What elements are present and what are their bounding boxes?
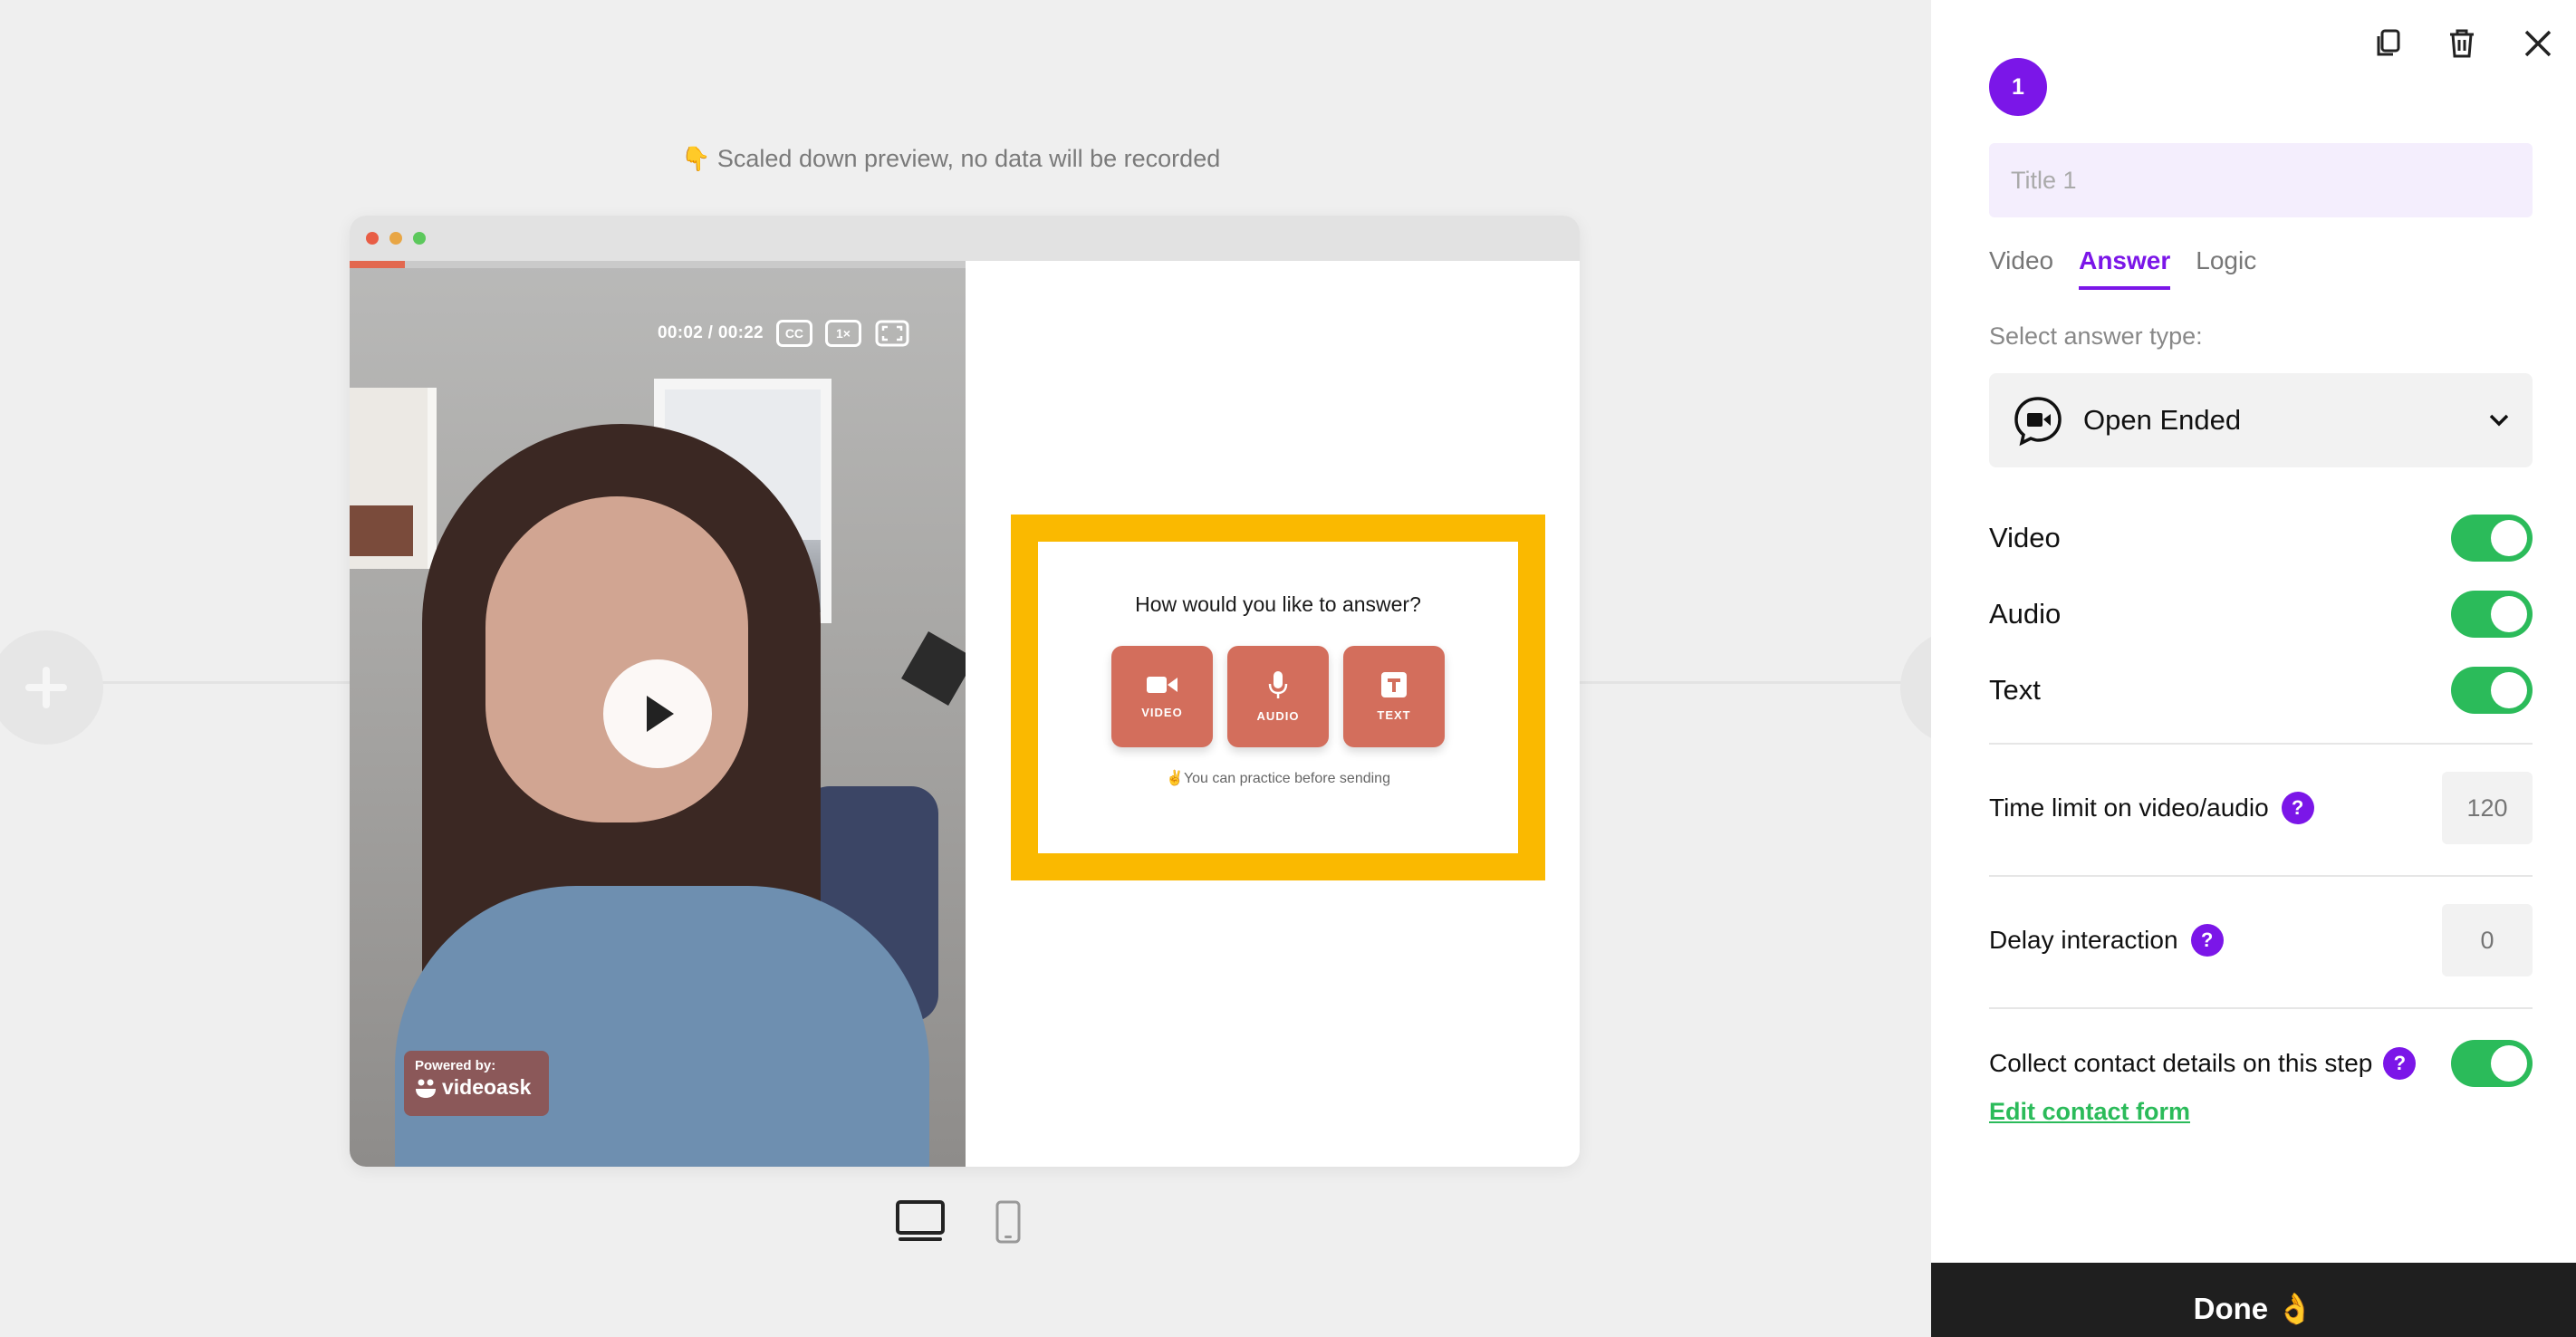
desktop-icon [896,1200,945,1241]
time-limit-row: Time limit on video/audio ? [1989,772,2533,844]
tab-answer[interactable]: Answer [2079,246,2171,290]
browser-titlebar [350,216,1580,261]
delay-label: Delay interaction [1989,926,2178,954]
tab-video[interactable]: Video [1989,246,2053,290]
video-progress-track[interactable] [350,261,966,268]
step-settings-panel: 1 Video Answer Logic Select answer type:… [1931,0,2576,1337]
help-icon[interactable]: ? [2281,792,2314,824]
delay-input[interactable] [2442,904,2533,976]
step-title-input[interactable] [1989,143,2533,217]
answer-video-button[interactable]: VIDEO [1111,646,1213,747]
copy-icon[interactable] [2368,24,2408,63]
panel-tabs: Video Answer Logic [1989,246,2256,290]
answer-audio-label: AUDIO [1256,708,1300,723]
section-divider [1989,743,2533,745]
text-toggle-label: Text [1989,674,2041,706]
microphone-icon [1268,670,1288,698]
window-minimize-dot [389,232,402,245]
video-camera-icon [1147,676,1177,693]
fullscreen-icon[interactable] [874,320,910,347]
preview-note: 👇 Scaled down preview, no data will be r… [681,145,1220,173]
contact-details-row: Collect contact details on this step ? [1989,1038,2533,1089]
lamp [901,631,966,706]
answer-card: How would you like to answer? VIDEO AUDI… [1011,515,1545,880]
videoask-logo-icon [416,1079,436,1098]
add-step-button[interactable] [0,630,103,745]
audio-toggle[interactable] [2451,591,2533,638]
answer-audio-button[interactable]: AUDIO [1227,646,1329,747]
answer-buttons: VIDEO AUDIO TEXT [1038,646,1518,747]
editor-canvas: 👇 Scaled down preview, no data will be r… [0,0,2014,1337]
window-close-dot [366,232,379,245]
desktop-preview-toggle[interactable] [895,1199,946,1245]
delay-row: Delay interaction ? [1989,904,2533,976]
section-divider [1989,875,2533,877]
play-icon [647,696,674,732]
text-icon [1381,671,1407,697]
audio-toggle-label: Audio [1989,598,2062,630]
mobile-preview-toggle[interactable] [995,1199,1022,1245]
answer-question: How would you like to answer? [1135,592,1421,616]
answer-type-select[interactable]: Open Ended [1989,373,2533,467]
mobile-icon [995,1200,1021,1244]
contact-details-toggle[interactable] [2451,1040,2533,1087]
video-progress-fill [350,261,406,268]
video-toggle[interactable] [2451,515,2533,562]
tab-logic[interactable]: Logic [2196,246,2256,290]
videoask-brand: videoask [442,1075,532,1099]
open-ended-icon [2014,397,2062,447]
captions-button[interactable]: CC [775,320,812,347]
speed-button[interactable]: 1× [824,320,861,347]
contact-details-label: Collect contact details on this step [1989,1049,2373,1077]
step-number-badge: 1 [1989,58,2047,116]
trash-icon[interactable] [2442,24,2482,63]
chevron-down-icon [2489,414,2509,427]
video-time: 00:02 / 00:22 [658,323,764,342]
answer-text-button[interactable]: TEXT [1343,646,1445,747]
powered-by-label: Powered by: [415,1058,496,1073]
answer-type-value: Open Ended [2083,404,2242,436]
window-maximize-dot [413,232,426,245]
preview-note-text: Scaled down preview, no data will be rec… [716,145,1221,172]
panel-actions [2368,24,2576,69]
answer-text-label: TEXT [1377,707,1411,722]
preview-browser-frame: 00:02 / 00:22 CC 1× Powered by: videoask… [350,216,1580,1167]
audio-toggle-row: Audio [1989,589,2533,640]
time-limit-label: Time limit on video/audio [1989,794,2269,822]
time-limit-input[interactable] [2442,772,2533,844]
play-button[interactable] [603,659,712,768]
done-button[interactable]: Done 👌 [1931,1263,2576,1337]
powered-by-badge[interactable]: Powered by: videoask [404,1051,549,1116]
practice-note: ✌️You can practice before sending [1166,771,1390,786]
person-shirt [395,886,929,1167]
done-label: Done 👌 [2193,1291,2314,1325]
video-toggle-label: Video [1989,522,2061,553]
video-controls: 00:02 / 00:22 CC 1× [658,317,910,350]
answer-card-inner: How would you like to answer? VIDEO AUDI… [1038,542,1518,853]
answer-type-label: Select answer type: [1989,322,2203,350]
edit-contact-form-link[interactable]: Edit contact form [1989,1098,2190,1126]
section-divider [1989,1007,2533,1009]
pointing-down-icon: 👇 [681,145,711,172]
video-player[interactable]: 00:02 / 00:22 CC 1× Powered by: videoask [350,261,966,1167]
text-toggle-row: Text [1989,665,2533,716]
person-face [485,496,748,822]
close-icon[interactable] [2518,24,2558,63]
answer-video-label: VIDEO [1141,705,1183,719]
help-icon[interactable]: ? [2383,1047,2417,1080]
text-toggle[interactable] [2451,667,2533,714]
video-toggle-row: Video [1989,513,2533,563]
wall-picture-left [350,388,437,569]
help-icon[interactable]: ? [2190,924,2224,957]
